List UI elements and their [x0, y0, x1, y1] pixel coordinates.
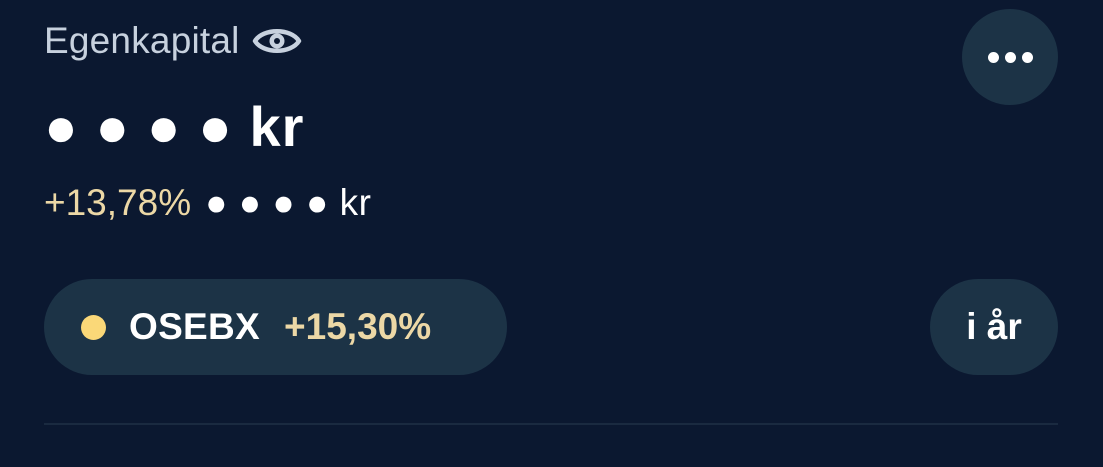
period-label: i år — [966, 306, 1022, 347]
period-selector-button[interactable]: i år — [930, 279, 1058, 375]
benchmark-index-chip[interactable]: OSEBX +15,30% — [44, 279, 507, 375]
section-divider — [44, 423, 1058, 425]
equity-label: Egenkapital — [44, 20, 240, 61]
more-options-button[interactable] — [962, 9, 1058, 105]
benchmark-color-dot — [81, 314, 106, 340]
change-percent: +13,78% — [44, 182, 192, 223]
change-amount: ● ● ● ● kr — [205, 182, 372, 223]
equity-header: Egenkapital — [44, 18, 302, 64]
more-horizontal-icon — [987, 51, 1033, 63]
benchmark-change: +15,30% — [284, 306, 432, 347]
equity-change: +13,78% ● ● ● ● kr — [44, 180, 371, 226]
benchmark-name: OSEBX — [129, 306, 261, 347]
equity-value: ● ● ● ● kr — [44, 94, 305, 158]
eye-icon[interactable] — [252, 24, 302, 58]
